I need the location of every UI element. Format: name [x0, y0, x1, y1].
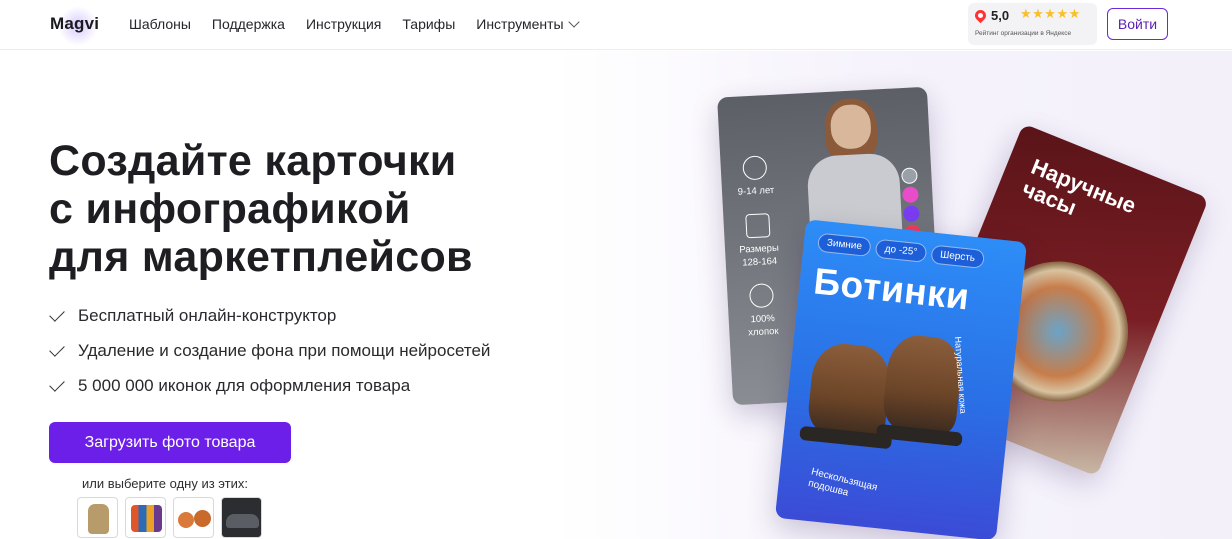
hero-title-line: с инфографикой — [49, 185, 411, 233]
yandex-rating-badge[interactable]: 5,0 ★★★★★ Рейтинг организации в Яндексе — [968, 3, 1097, 45]
feature-item: 5 000 000 иконок для оформления товара — [49, 368, 490, 403]
example-card-boots: Зимние до -25° Шерсть Ботинки Натуральна… — [774, 219, 1028, 539]
child-face-icon — [742, 155, 768, 181]
boots-card-title: Ботинки — [811, 260, 972, 318]
check-icon — [49, 305, 65, 322]
top-nav: Magvi Шаблоны Поддержка Инструкция Тариф… — [0, 0, 1232, 50]
model-face — [829, 103, 872, 150]
watch-card-title: Наручные часы — [1019, 154, 1140, 241]
swatch-purple — [903, 205, 920, 223]
age-label: 9-14 лет — [737, 184, 775, 198]
sneaker-icon — [226, 514, 259, 528]
feature-list: Бесплатный онлайн-конструктор Удаление и… — [49, 298, 491, 403]
sample-slippers-thumb[interactable] — [173, 497, 214, 538]
nav-link-support[interactable]: Поддержка — [212, 16, 285, 32]
nav-link-templates[interactable]: Шаблоны — [129, 16, 191, 32]
hero-title: Создайте карточки с инфографикой для мар… — [49, 137, 569, 281]
feature-text: 5 000 000 иконок для оформления товара — [78, 375, 411, 395]
rating-caption: Рейтинг организации в Яндексе — [975, 30, 1072, 37]
chip-winter: Зимние — [816, 232, 872, 258]
feature-text: Бесплатный онлайн-конструктор — [78, 305, 337, 325]
feature-item: Удаление и создание фона при помощи нейр… — [49, 333, 491, 368]
chip-wool: Шерсть — [930, 244, 985, 269]
hero-title-line: Создайте карточки — [49, 137, 457, 185]
sample-sneakers-thumb[interactable] — [221, 497, 262, 538]
feature-text: Удаление и создание фона при помощи нейр… — [78, 340, 491, 360]
nav-link-instructions[interactable]: Инструкция — [306, 16, 381, 32]
swatch-gray — [901, 167, 918, 185]
upload-photo-button[interactable]: Загрузить фото товара — [49, 422, 291, 463]
backpack-icon — [88, 504, 109, 534]
rating-stars: ★★★★★ — [1020, 7, 1081, 22]
chevron-down-icon — [567, 16, 580, 28]
sample-thumbnails — [77, 497, 262, 538]
swatch-pink — [902, 186, 919, 204]
sample-backpack-thumb[interactable] — [77, 497, 118, 538]
check-icon — [49, 375, 65, 392]
rating-value: 5,0 — [991, 8, 1010, 23]
sizes-value: 128-164 — [742, 255, 778, 269]
chip-temperature: до -25° — [874, 238, 928, 263]
nav-links: Шаблоны Поддержка Инструкция Тарифы Инст… — [129, 16, 580, 32]
shirt-icon — [745, 213, 771, 239]
nav-link-tools-label: Инструменты — [476, 16, 564, 32]
slipper-right-icon — [194, 510, 211, 527]
sizes-label: Размеры — [739, 242, 780, 256]
map-pin-icon — [972, 7, 989, 24]
sole-note: Нескользящая подошва — [807, 466, 879, 499]
nav-link-tools[interactable]: Инструменты — [476, 16, 580, 32]
pillow-icon — [131, 505, 162, 532]
logo[interactable]: Magvi — [50, 14, 99, 34]
sample-pillow-thumb[interactable] — [125, 497, 166, 538]
slipper-left-icon — [178, 512, 194, 528]
material-value: 100% — [750, 312, 776, 326]
nav-link-pricing[interactable]: Тарифы — [402, 16, 455, 32]
cotton-icon — [748, 283, 775, 309]
login-button[interactable]: Войти — [1107, 8, 1168, 40]
material-label: хлопок — [748, 325, 779, 339]
feature-item: Бесплатный онлайн-конструктор — [49, 298, 490, 333]
hero-title-line: для маркетплейсов — [49, 233, 473, 281]
check-icon — [49, 340, 65, 357]
choose-sample-text: или выберите одну из этих: — [82, 476, 248, 491]
